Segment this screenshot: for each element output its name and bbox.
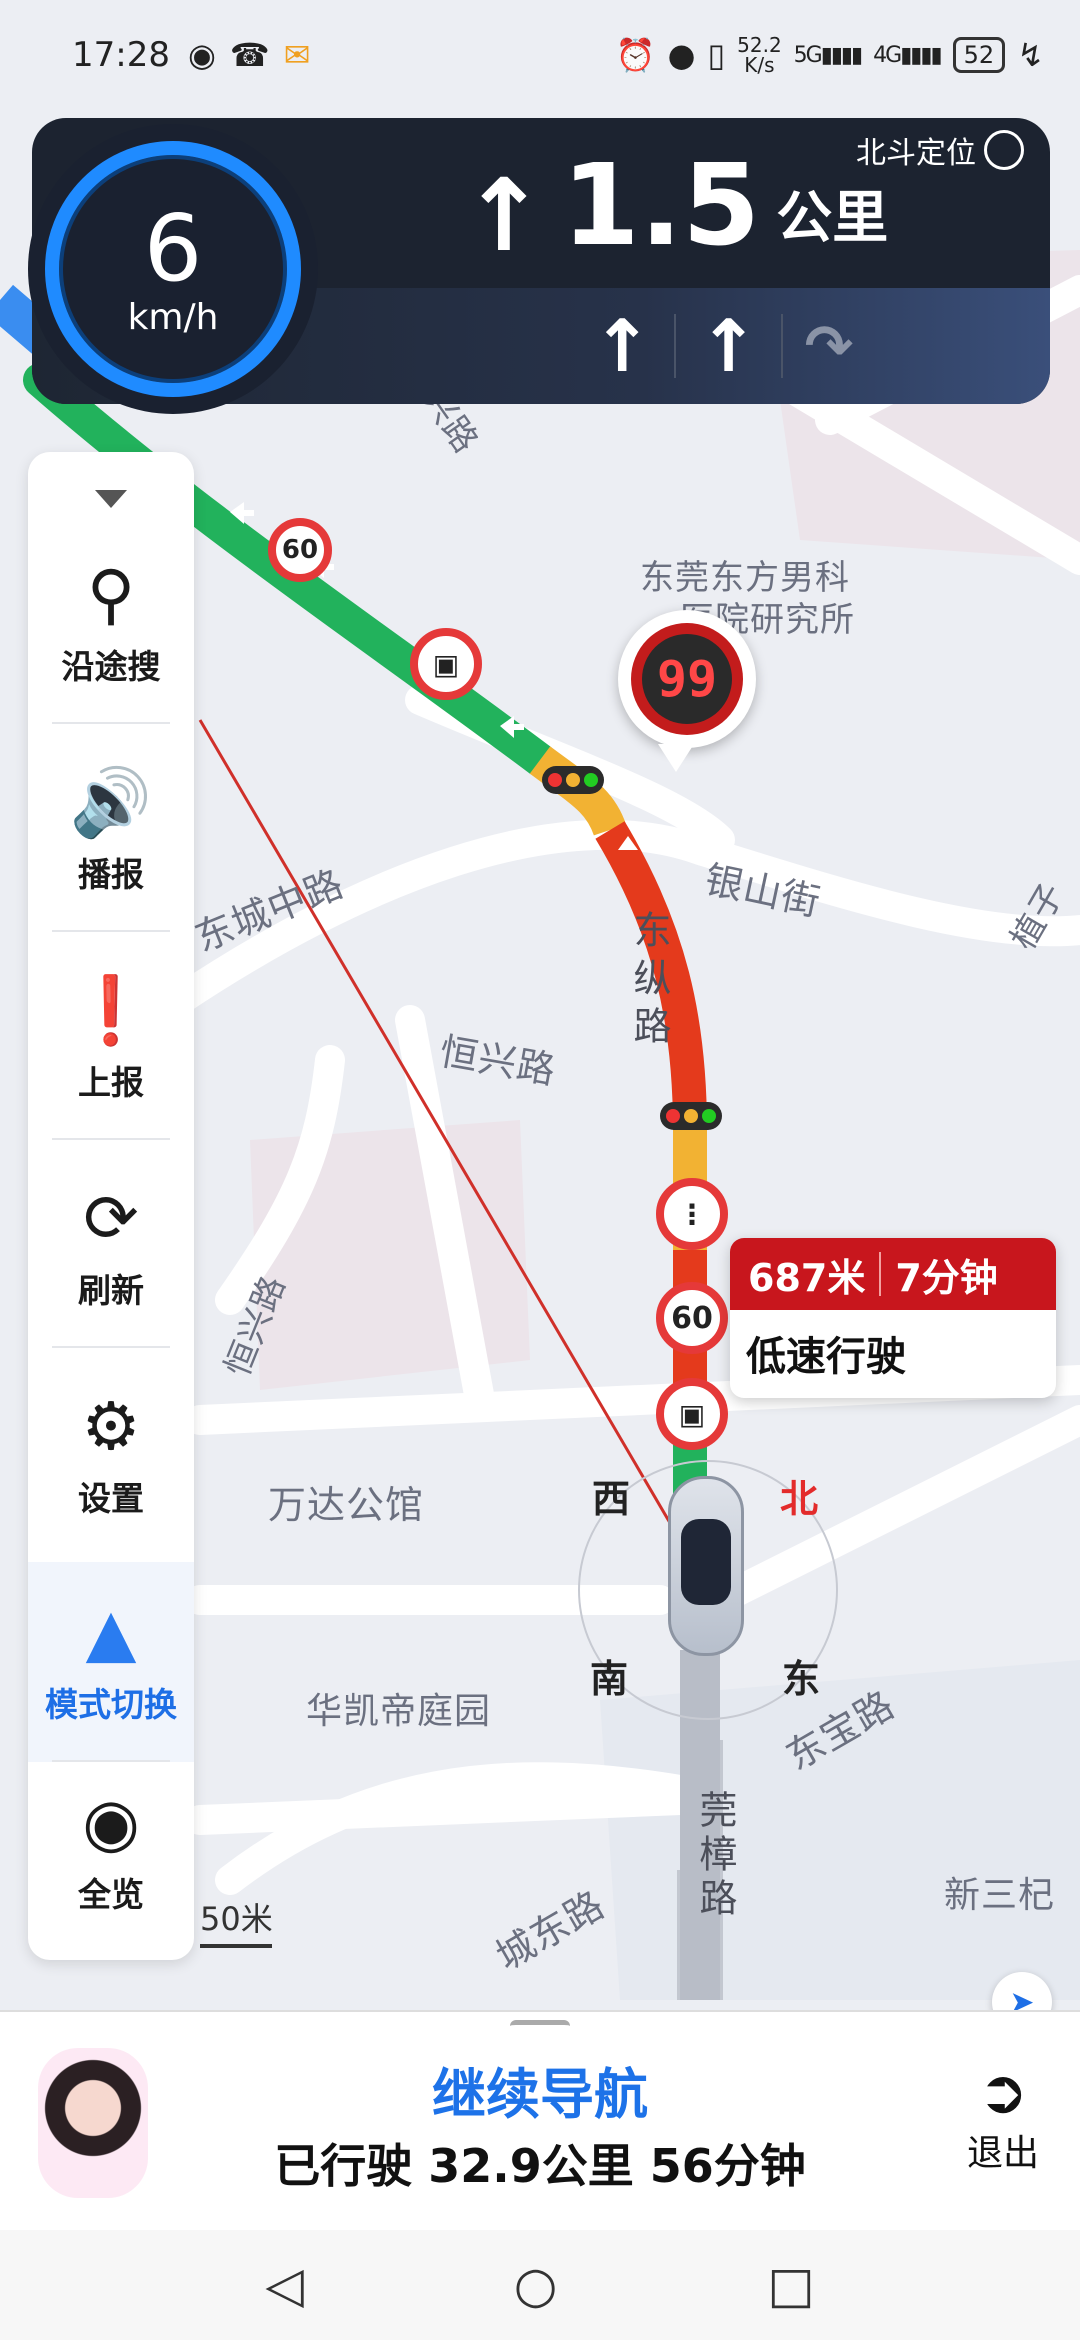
- tool-label: 刷新: [78, 1271, 144, 1310]
- next-turn: ↑ 1.5 公里: [462, 146, 888, 266]
- mode-switch-icon: ▲: [85, 1594, 137, 1671]
- report-button[interactable]: ❗ 上报: [28, 940, 194, 1140]
- vibrate-icon: ▯: [707, 36, 726, 74]
- current-speed: 6: [143, 194, 203, 302]
- map-scale: 50米: [200, 1894, 273, 1948]
- settings-button[interactable]: ⚙ 设置: [28, 1356, 194, 1556]
- mode-switch-button[interactable]: ▲ 模式切换: [28, 1562, 194, 1762]
- speaker-icon: 🔊: [69, 764, 153, 841]
- traffic-info-card[interactable]: 687米 7分钟 低速行驶: [730, 1238, 1056, 1398]
- next-turn-distance: 1.5: [561, 141, 761, 271]
- next-turn-unit: 公里: [776, 186, 889, 251]
- compass-west: 西: [592, 1477, 631, 1521]
- system-nav-bar: ◁ ○ □: [0, 2230, 1080, 2340]
- refresh-icon: ⟳: [83, 1180, 139, 1257]
- exit-button[interactable]: ➲ 退出: [948, 2060, 1058, 2176]
- lane-straight-icon: ↑: [592, 304, 653, 388]
- gear-icon: ⚙: [81, 1388, 141, 1465]
- road-label: 莞樟路: [693, 1790, 737, 1922]
- compass-south: 南: [590, 1657, 629, 1701]
- jam-time: 7分钟: [895, 1255, 998, 1300]
- tool-label: 播报: [78, 855, 144, 894]
- exit-icon: ➲: [977, 2057, 1029, 2127]
- tool-label: 模式切换: [45, 1685, 177, 1724]
- overview-button[interactable]: ◉ 全览: [28, 1752, 194, 1952]
- jam-status: 低速行驶: [746, 1334, 906, 1380]
- collapse-toolbar-icon[interactable]: [95, 490, 127, 508]
- speed-limit-sign: 60: [656, 1282, 728, 1354]
- speed-unit: km/h: [127, 296, 219, 338]
- exit-label: 退出: [966, 2133, 1039, 2174]
- camera-icon: ▣: [432, 647, 460, 681]
- camera-sign: ▣: [410, 628, 482, 700]
- road-label: 东纵路: [627, 910, 671, 1054]
- lane-straight-icon: ↑: [698, 304, 759, 388]
- poi-label: 万达公馆: [268, 1483, 425, 1527]
- net-speed: 52.2 K/s: [737, 33, 782, 77]
- traffic-light-sign: ⋮: [656, 1178, 728, 1250]
- car-position-icon: [668, 1476, 744, 1656]
- eye-icon: ◉: [187, 36, 216, 74]
- lane-guidance: ↑ ↑ ↷: [592, 304, 853, 388]
- compass-north: 北: [780, 1477, 819, 1521]
- home-icon[interactable]: ○: [514, 2256, 558, 2314]
- battery-indicator: 52: [952, 37, 1006, 73]
- mail-icon: ✉: [283, 36, 311, 74]
- traffic-light-icon: ⋮: [678, 1197, 706, 1231]
- speedometer: 6 km/h: [28, 124, 318, 414]
- traffic-light-icon: [542, 766, 604, 794]
- signal-icon: 4G▮▮▮▮: [873, 42, 942, 68]
- back-icon[interactable]: ◁: [265, 2256, 303, 2314]
- camera-sign: ▣: [656, 1378, 728, 1450]
- location-icon: ●: [667, 36, 696, 74]
- straight-arrow-icon: ↑: [462, 157, 546, 274]
- overview-icon: ◉: [82, 1784, 140, 1861]
- no-call-icon: ☎: [229, 36, 270, 74]
- charging-icon: ↯: [1017, 36, 1044, 74]
- alarm-icon: ⏰: [615, 36, 656, 74]
- status-bar: 17:28 ◉ ☎ ✉ ⏰ ● ▯ 52.2 K/s 5G▮▮▮▮ 4G▮▮▮▮ …: [0, 0, 1080, 110]
- speed-camera-limit: 99: [642, 634, 732, 724]
- search-along-route-button[interactable]: ⚲ 沿途搜: [28, 524, 194, 724]
- compass-east: 东: [782, 1657, 821, 1701]
- traffic-light-icon: [660, 1102, 722, 1130]
- jam-distance: 687米: [748, 1255, 866, 1300]
- speed-camera-bubble[interactable]: 99: [618, 610, 756, 772]
- speed-limit-sign: 60: [268, 518, 332, 582]
- refresh-button[interactable]: ⟳ 刷新: [28, 1148, 194, 1348]
- tool-label: 全览: [78, 1875, 144, 1914]
- signal-icon: 5G▮▮▮▮: [793, 42, 863, 68]
- search-icon: ⚲: [86, 556, 136, 633]
- camera-icon: ▣: [678, 1397, 706, 1431]
- report-icon: ❗: [69, 972, 153, 1049]
- poi-label: 新三杞: [944, 1875, 1056, 1916]
- scale-label: 50米: [200, 1900, 273, 1938]
- drag-handle[interactable]: [510, 2020, 570, 2032]
- tool-label: 沿途搜: [61, 647, 161, 686]
- tool-label: 设置: [78, 1479, 144, 1518]
- bottom-panel: 继续导航 已行驶 32.9公里 56分钟 ➲ 退出: [0, 2010, 1080, 2230]
- trip-summary: 已行驶 32.9公里 56分钟: [274, 2139, 806, 2193]
- lane-bus-icon: ↷: [804, 312, 854, 380]
- tool-label: 上报: [78, 1063, 144, 1102]
- poi-label: 华凯帝庭园: [306, 1691, 492, 1732]
- clock: 17:28: [72, 35, 170, 75]
- voice-broadcast-button[interactable]: 🔊 播报: [28, 732, 194, 932]
- continue-navigation-button[interactable]: 继续导航: [0, 2050, 1080, 2129]
- satellite-icon: [984, 130, 1024, 170]
- recents-icon[interactable]: □: [767, 2256, 814, 2314]
- side-toolbar: ⚲ 沿途搜 🔊 播报 ❗ 上报 ⟳ 刷新 ⚙ 设置 ▲ 模式切换 ◉ 全览: [28, 452, 194, 1960]
